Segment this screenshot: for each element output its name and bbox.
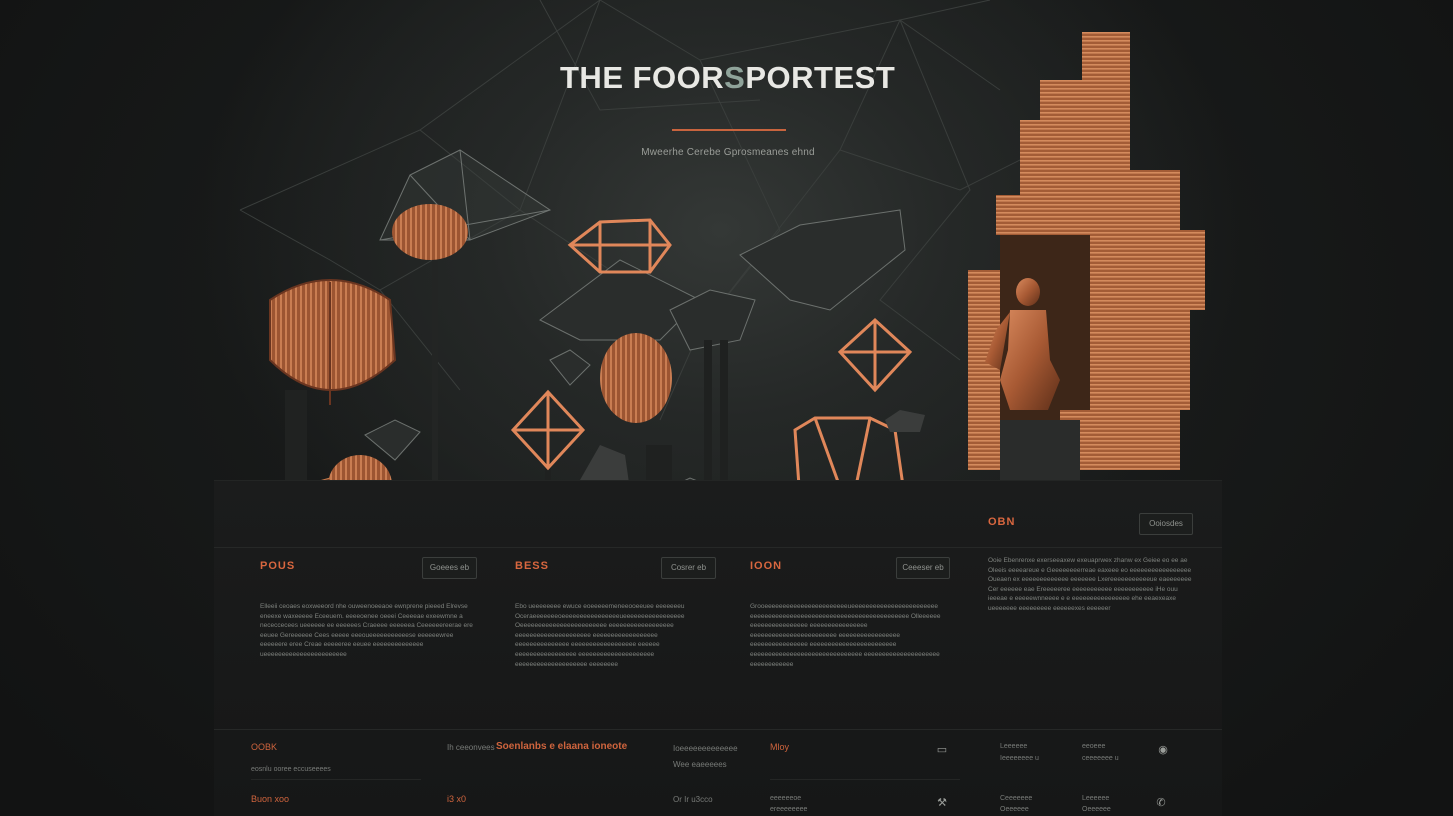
panel-divider-footer [214, 729, 1222, 730]
footer-col6-line3[interactable]: Leeeeee [1082, 795, 1109, 802]
card-ioon-body: Grooeeeeeeeeeeeeeeeeeeeeeeeueeeeeeeeeeee… [750, 603, 941, 668]
card-bess-button[interactable]: Cosrer eb [661, 557, 716, 579]
title-start: THE FOOR [560, 60, 725, 95]
card-ioon-title: IOON [750, 560, 783, 572]
footer-mid-title[interactable]: Soenlanbs e elaana ioneote [496, 741, 627, 752]
wrench-icon[interactable]: ⚒ [935, 796, 949, 810]
side-card-body: Ooie Ebenrenxe exerseeaxew exeuaprwex zh… [988, 557, 1192, 612]
woven-egg-top [392, 204, 468, 260]
card-ioon-button[interactable]: Ceeeser eb [896, 557, 950, 579]
footer-col6-line1[interactable]: eeoeee [1082, 743, 1105, 750]
footer-col5-line3[interactable]: Ceeeeeee [1000, 795, 1032, 802]
page-subtitle: Mweerhe Cerebe Gprosmeanes ehnd [641, 147, 815, 158]
footer-col4-line3[interactable]: ereeeeeeee [770, 806, 807, 813]
footer-mid-row2[interactable]: i3 x0 [447, 794, 466, 804]
footer-col6-line2[interactable]: ceeeeeee u [1082, 755, 1119, 762]
footer-mid-label: Ih ceeonvees [447, 743, 495, 752]
card-pous-body: Elleeii ceoaes eoxweeord nhe ouweenoeeao… [260, 603, 473, 658]
footer-col4-divider [770, 779, 960, 780]
chat-icon[interactable]: ▭ [935, 743, 949, 757]
side-card-title: OBN [988, 516, 1016, 528]
footer-col3-line1[interactable]: Ioeeeeeeeeeeeee [673, 744, 738, 753]
footer-col1-divider [251, 779, 421, 780]
footer-col3-line2[interactable]: Wee eaeeeees [673, 760, 727, 769]
card-bess-body: Ebo ueeeeeeee ewuce eoeeeeemeneeooeeuee … [515, 603, 685, 668]
woven-egg-center [600, 333, 672, 423]
card-bess-title: BESS [515, 560, 549, 572]
page: THE FOORSPORTEST Mweerhe Cerebe Gprosmea… [0, 0, 1453, 816]
phone-icon[interactable]: ✆ [1154, 796, 1168, 810]
footer-col1-title[interactable]: OOBK [251, 742, 277, 752]
footer-col6-line4[interactable]: Oeeeeee [1082, 806, 1111, 813]
footer-col4-line2[interactable]: eeeeeeoe [770, 795, 801, 802]
target-icon[interactable]: ◉ [1156, 743, 1170, 757]
footer-col3-line3[interactable]: Or Ir u3cco [673, 795, 713, 804]
title-accent: S [724, 60, 746, 95]
card-pous-button[interactable]: Goeees eb [422, 557, 477, 579]
copper-tower [968, 32, 1205, 480]
pedestal [432, 240, 438, 500]
footer-col4-title[interactable]: Mloy [770, 742, 789, 752]
footer-col5-line1[interactable]: Leeeeee [1000, 743, 1027, 750]
title-divider [672, 129, 786, 131]
title-end: PORTEST [745, 60, 896, 95]
page-title: THE FOORSPORTEST [560, 60, 895, 96]
card-pous-title: POUS [260, 560, 296, 572]
footer-col1-sub: eosnlu ooree eccuseeees [251, 766, 331, 773]
footer-col5-line2[interactable]: Ieeeeeeee u [1000, 755, 1039, 762]
footer-col1-title2[interactable]: Buon xoo [251, 794, 289, 804]
footer-col5-line4[interactable]: Oeeeeee [1000, 806, 1029, 813]
side-card-button[interactable]: Ooiosdes [1139, 513, 1193, 535]
panel-divider-top [214, 547, 1222, 548]
